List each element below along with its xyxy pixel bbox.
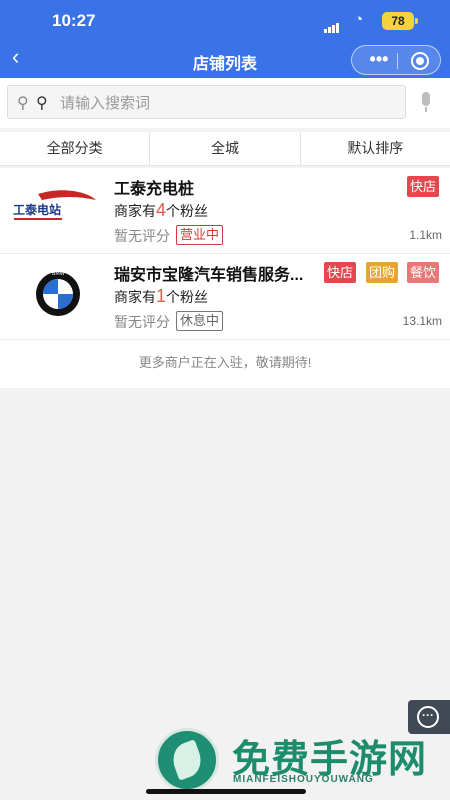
store-name: 工泰充电桩 xyxy=(114,181,195,198)
store-logo: 工泰电站 xyxy=(8,174,102,242)
filter-bar: 全部分类 全城 默认排序 xyxy=(0,132,450,166)
footer-note: 更多商户正在入驻，敬请期待! xyxy=(138,355,312,370)
store-item[interactable]: BMW 瑞安市宝隆汽车销售服务... 商家有1个粉丝 暂无评分 休息中 13.1… xyxy=(0,254,450,340)
mini-program-capsule: ••• xyxy=(351,45,441,75)
filter-sort[interactable]: 默认排序 xyxy=(301,132,450,165)
store-item[interactable]: 工泰电站 工泰充电桩 商家有4个粉丝 暂无评分 营业中 1.1km 快店 xyxy=(0,168,450,254)
tag-canyin: 餐饮 xyxy=(407,262,440,283)
more-button[interactable]: ••• xyxy=(362,46,396,74)
tag-kuaidian: 快店 xyxy=(324,262,357,283)
filter-area[interactable]: 全城 xyxy=(150,132,301,165)
home-indicator xyxy=(146,789,306,794)
watermark-subtitle: MIANFEISHOUYOUWANG xyxy=(233,774,374,785)
store-name: 瑞安市宝隆汽车销售服务... xyxy=(114,267,304,284)
tag-kuaidian: 快店 xyxy=(407,176,440,197)
signal-icon xyxy=(324,15,340,33)
rating-text: 暂无评分 xyxy=(114,314,170,330)
distance: 13.1km xyxy=(402,314,442,328)
status-badge: 休息中 xyxy=(176,311,224,331)
svg-text:BMW: BMW xyxy=(52,271,65,277)
battery-icon: 78 xyxy=(382,12,418,30)
search-input[interactable] xyxy=(60,92,390,114)
search-icon: ⚲ xyxy=(36,95,48,112)
capsule-divider xyxy=(397,53,398,69)
store-list: 工泰电站 工泰充电桩 商家有4个粉丝 暂无评分 营业中 1.1km 快店 BMW… xyxy=(0,168,450,388)
store-logo: BMW xyxy=(8,260,102,328)
filter-category[interactable]: 全部分类 xyxy=(0,132,151,165)
status-time: 10:27 xyxy=(52,11,96,30)
rating-text: 暂无评分 xyxy=(114,228,170,244)
watermark-logo-icon xyxy=(155,728,219,792)
svg-text:工泰电站: 工泰电站 xyxy=(13,202,61,217)
wifi-icon: ◔ xyxy=(354,11,364,28)
fans-count: 商家有1个粉丝 xyxy=(114,286,209,306)
search-bar: ⚲ ⚲ xyxy=(0,78,450,128)
close-target-icon[interactable] xyxy=(411,52,429,70)
fans-count: 商家有4个粉丝 xyxy=(114,200,209,220)
search-icon: ⚲ xyxy=(17,95,29,112)
microphone-icon[interactable] xyxy=(419,92,433,114)
search-box[interactable]: ⚲ ⚲ xyxy=(7,85,406,119)
distance: 1.1km xyxy=(409,228,442,242)
header: 10:27 ◔ 78 ‹ 店铺列表 ••• xyxy=(0,0,450,78)
status-badge: 营业中 xyxy=(176,225,224,245)
chat-icon: ··· xyxy=(417,706,439,728)
tag-tuangou: 团购 xyxy=(366,262,399,283)
